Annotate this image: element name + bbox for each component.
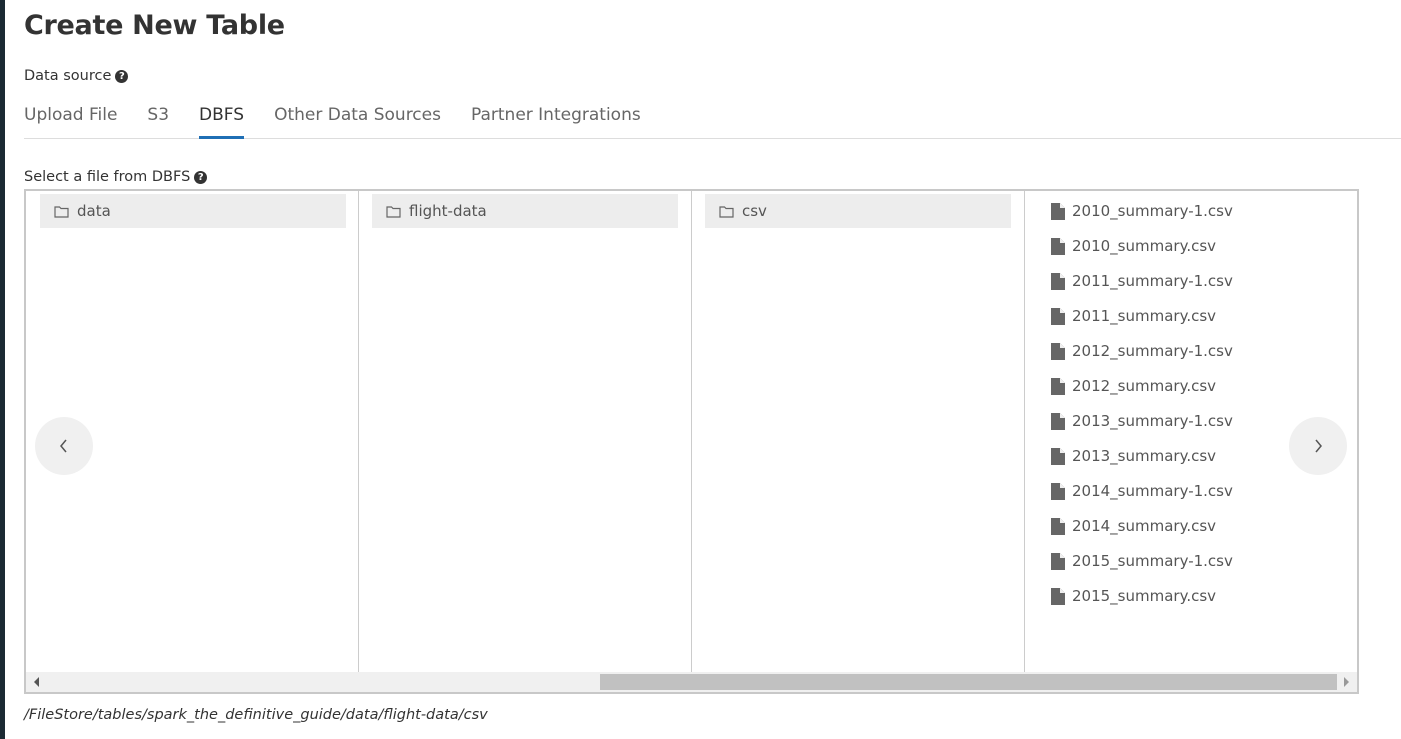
file-icon [1051, 447, 1065, 465]
file-name: 2015_summary.csv [1072, 587, 1217, 605]
file-item[interactable]: 2014_summary.csv [1051, 515, 1216, 537]
folder-item-csv[interactable]: csv [705, 194, 1011, 228]
scroll-left-button[interactable] [35, 417, 93, 475]
current-path: /FileStore/tables/spark_the_definitive_g… [24, 707, 488, 723]
file-item[interactable]: 2013_summary.csv [1051, 445, 1216, 467]
browser-column-2: flight-data [359, 191, 692, 672]
folder-item-flight-data[interactable]: flight-data [372, 194, 678, 228]
file-item[interactable]: 2015_summary-1.csv [1051, 550, 1233, 572]
file-icon [1051, 482, 1065, 500]
data-source-label: Data source? [24, 68, 129, 84]
file-browser-label-text: Select a file from DBFS [24, 169, 191, 185]
file-icon [1051, 412, 1065, 430]
file-icon [1051, 587, 1065, 605]
folder-name: data [77, 202, 111, 220]
folder-name: csv [742, 202, 767, 220]
file-browser-label: Select a file from DBFS? [24, 169, 208, 185]
file-icon [1051, 272, 1065, 290]
file-icon [1051, 307, 1065, 325]
file-name: 2015_summary-1.csv [1072, 552, 1233, 570]
tab-dbfs[interactable]: DBFS [199, 104, 245, 139]
file-icon [1051, 237, 1065, 255]
file-item[interactable]: 2010_summary-1.csv [1051, 200, 1233, 222]
file-item[interactable]: 2015_summary.csv [1051, 585, 1216, 607]
data-source-label-text: Data source [24, 68, 112, 84]
file-icon [1051, 517, 1065, 535]
file-name: 2011_summary.csv [1072, 307, 1217, 325]
tab-s3[interactable]: S3 [147, 104, 169, 137]
scroll-arrow-right-icon[interactable] [1344, 677, 1349, 687]
file-item[interactable]: 2011_summary.csv [1051, 305, 1216, 327]
file-item[interactable]: 2012_summary.csv [1051, 375, 1216, 397]
file-name: 2011_summary-1.csv [1072, 272, 1233, 290]
file-name: 2014_summary.csv [1072, 517, 1217, 535]
folder-icon [719, 205, 734, 218]
file-name: 2010_summary.csv [1072, 237, 1217, 255]
file-name: 2013_summary.csv [1072, 447, 1217, 465]
dbfs-file-browser: data flight-data csv 2010_summary-1.csv 2… [24, 189, 1359, 694]
file-name: 2010_summary-1.csv [1072, 202, 1233, 220]
file-icon [1051, 202, 1065, 220]
chevron-left-icon [60, 439, 67, 453]
file-name: 2012_summary-1.csv [1072, 342, 1233, 360]
chevron-right-icon [1315, 439, 1322, 453]
file-item[interactable]: 2014_summary-1.csv [1051, 480, 1233, 502]
sidebar-edge [0, 0, 5, 739]
file-item[interactable]: 2011_summary-1.csv [1051, 270, 1233, 292]
file-name: 2014_summary-1.csv [1072, 482, 1233, 500]
scroll-right-button[interactable] [1289, 417, 1347, 475]
file-name: 2013_summary-1.csv [1072, 412, 1233, 430]
data-source-tabs: Upload File S3 DBFS Other Data Sources P… [24, 104, 1401, 139]
horizontal-scrollbar[interactable] [26, 672, 1357, 692]
tab-other-data-sources[interactable]: Other Data Sources [274, 104, 441, 137]
question-circle-icon[interactable]: ? [194, 171, 208, 184]
folder-icon [54, 205, 69, 218]
file-name: 2012_summary.csv [1072, 377, 1217, 395]
tab-upload-file[interactable]: Upload File [24, 104, 117, 137]
file-item[interactable]: 2013_summary-1.csv [1051, 410, 1233, 432]
scrollbar-thumb[interactable] [600, 674, 1337, 690]
file-icon [1051, 377, 1065, 395]
folder-item-data[interactable]: data [40, 194, 346, 228]
page-title: Create New Table [24, 10, 285, 41]
tab-partner-integrations[interactable]: Partner Integrations [471, 104, 641, 137]
file-icon [1051, 342, 1065, 360]
file-item[interactable]: 2012_summary-1.csv [1051, 340, 1233, 362]
folder-name: flight-data [409, 202, 487, 220]
scroll-arrow-left-icon[interactable] [34, 677, 39, 687]
folder-icon [386, 205, 401, 218]
question-circle-icon[interactable]: ? [115, 70, 129, 83]
file-icon [1051, 552, 1065, 570]
browser-column-3: csv [692, 191, 1025, 672]
file-item[interactable]: 2010_summary.csv [1051, 235, 1216, 257]
